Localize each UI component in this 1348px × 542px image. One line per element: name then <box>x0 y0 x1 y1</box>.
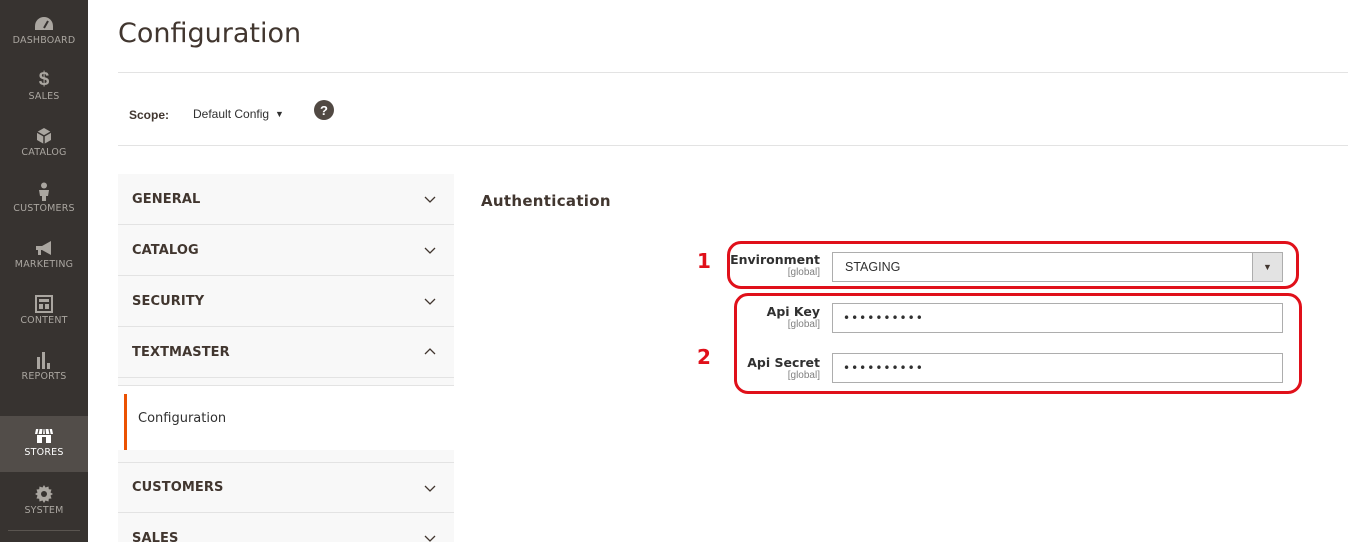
field-scope-text: [global] <box>787 370 820 381</box>
help-icon[interactable]: ? <box>314 100 334 120</box>
chevron-down-icon <box>424 196 436 203</box>
tab-label: CUSTOMERS <box>132 480 224 495</box>
nav-item-reports[interactable]: REPORTS <box>0 340 88 396</box>
nav-label: REPORTS <box>21 371 67 382</box>
tab-textmaster[interactable]: TEXTMASTER <box>118 327 454 378</box>
admin-sidebar: DASHBOARD $ SALES CATALOG CUSTOMERS MARK… <box>0 0 88 542</box>
dashboard-icon <box>0 14 88 34</box>
api-secret-label: Api Secret [global] <box>700 355 820 382</box>
page-title: Configuration <box>118 18 302 49</box>
nav-item-dashboard[interactable]: DASHBOARD <box>0 4 88 60</box>
scope-switcher[interactable]: Default Config ▼ <box>193 104 284 124</box>
nav-item-stores[interactable]: STORES <box>0 416 88 472</box>
environment-label: Environment [global] <box>700 252 820 279</box>
nav-label: SYSTEM <box>24 505 64 516</box>
divider <box>118 72 1348 73</box>
annotation-number-1: 1 <box>697 249 711 273</box>
nav-label: DASHBOARD <box>12 35 76 46</box>
api-secret-input[interactable] <box>832 353 1283 383</box>
tab-catalog[interactable]: CATALOG <box>118 225 454 276</box>
tab-label: SALES <box>132 530 179 542</box>
divider <box>118 145 1348 146</box>
chevron-down-icon <box>424 535 436 542</box>
caret-down-icon: ▼ <box>275 109 284 119</box>
chevron-down-icon <box>424 247 436 254</box>
section-title[interactable]: Authentication <box>481 192 611 210</box>
field-label-text: Api Key <box>766 304 820 319</box>
chevron-up-icon <box>424 348 436 355</box>
dollar-icon: $ <box>38 69 50 90</box>
config-tabs: GENERAL CATALOG SECURITY TEXTMASTER Conf… <box>118 174 454 542</box>
nav-item-catalog[interactable]: CATALOG <box>0 116 88 172</box>
person-icon <box>0 182 88 202</box>
cube-icon <box>0 126 88 146</box>
tab-spacer <box>118 378 454 386</box>
nav-label: STORES <box>24 447 64 458</box>
scope-label: Scope: <box>129 108 170 122</box>
nav-item-marketing[interactable]: MARKETING <box>0 228 88 284</box>
nav-item-system[interactable]: SYSTEM <box>0 474 88 530</box>
chevron-down-icon <box>424 485 436 492</box>
nav-label: CONTENT <box>20 315 68 326</box>
environment-select[interactable]: STAGING ▼ <box>832 252 1283 282</box>
subtab-configuration[interactable]: Configuration <box>118 386 454 450</box>
active-indicator <box>124 394 127 450</box>
megaphone-icon <box>0 238 88 258</box>
field-label-text: Api Secret <box>747 355 820 370</box>
nav-divider <box>8 530 80 531</box>
api-key-label: Api Key [global] <box>700 304 820 331</box>
tab-spacer <box>118 450 454 462</box>
gear-icon <box>0 484 88 504</box>
tab-label: TEXTMASTER <box>132 344 230 360</box>
scope-value: Default Config <box>193 107 270 121</box>
environment-value: STAGING <box>845 260 901 274</box>
chevron-down-icon <box>424 298 436 305</box>
nav-label: CATALOG <box>21 147 67 158</box>
tab-label: SECURITY <box>132 293 205 309</box>
field-scope-text: [global] <box>787 267 820 278</box>
caret-down-icon: ▼ <box>1252 253 1282 281</box>
api-key-input[interactable] <box>832 303 1283 333</box>
tab-label: GENERAL <box>132 191 201 207</box>
tab-label: CATALOG <box>132 242 199 258</box>
bar-chart-icon <box>0 350 88 370</box>
field-scope-text: [global] <box>787 319 820 330</box>
nav-label: CUSTOMERS <box>13 203 75 214</box>
store-icon <box>0 426 88 446</box>
nav-item-customers[interactable]: CUSTOMERS <box>0 172 88 228</box>
tab-security[interactable]: SECURITY <box>118 276 454 327</box>
field-label-text: Environment <box>730 252 820 267</box>
tab-customers[interactable]: CUSTOMERS <box>118 462 454 513</box>
nav-item-content[interactable]: CONTENT <box>0 284 88 340</box>
annotation-number-2: 2 <box>697 345 711 369</box>
subtab-label: Configuration <box>138 410 227 426</box>
nav-item-sales[interactable]: $ SALES <box>0 60 88 116</box>
nav-label: MARKETING <box>14 259 74 270</box>
tab-sales[interactable]: SALES <box>118 513 454 542</box>
layout-icon <box>0 294 88 314</box>
tab-general[interactable]: GENERAL <box>118 174 454 225</box>
nav-label: SALES <box>28 91 60 102</box>
